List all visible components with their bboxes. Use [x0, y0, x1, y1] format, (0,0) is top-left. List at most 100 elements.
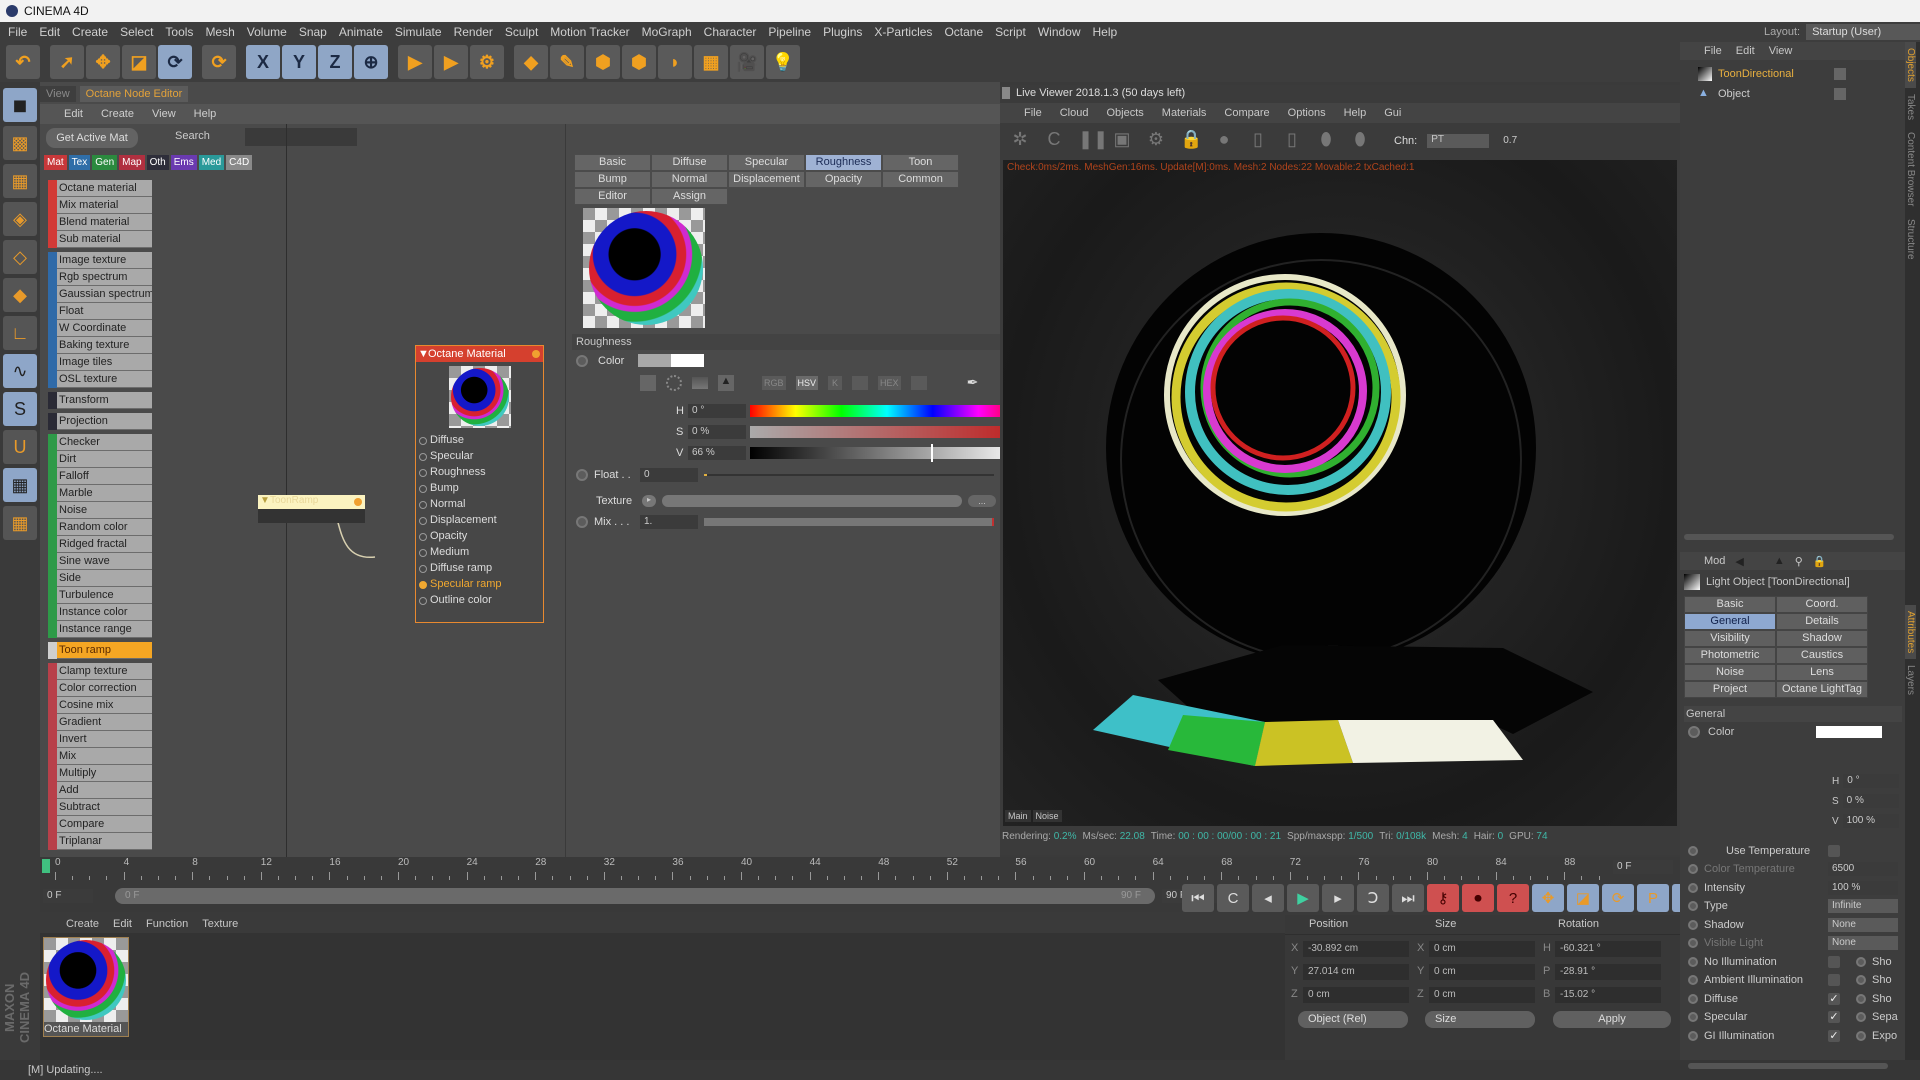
key-rotation-icon[interactable]: ⟳	[1602, 884, 1634, 912]
mm-menu-function[interactable]: Function	[146, 918, 188, 930]
start-render-icon[interactable]: ✲	[1010, 129, 1030, 153]
go-to-start-icon[interactable]: ⏮	[1182, 884, 1214, 912]
viewer-menu-options[interactable]: Options	[1288, 107, 1326, 119]
attr-tab-octane-lighttag[interactable]: Octane LightTag	[1776, 681, 1868, 698]
tweak-icon[interactable]: ∿	[3, 354, 37, 388]
mode-hsv[interactable]: HSV	[795, 375, 819, 390]
size-x-field[interactable]: 0 cm	[1429, 941, 1535, 957]
size-y-field[interactable]: 0 cm	[1429, 964, 1535, 980]
mode-hex[interactable]: HEX	[878, 375, 901, 390]
select-icon[interactable]: ➚	[50, 45, 84, 79]
visibility-toggle[interactable]	[1834, 68, 1846, 80]
workplane-icon[interactable]: ▦	[3, 164, 37, 198]
side-tab-structure[interactable]: Structure	[1905, 213, 1916, 266]
viewer-menu-file[interactable]: File	[1024, 107, 1042, 119]
mix-field[interactable]: 1.	[640, 515, 698, 529]
attr-tab-noise[interactable]: Noise	[1684, 664, 1776, 681]
material-tab-opacity[interactable]: Opacity	[805, 171, 882, 188]
menu-help[interactable]: Help	[1093, 25, 1118, 39]
om-menu-file[interactable]: File	[1704, 45, 1722, 57]
attr-tab-caustics[interactable]: Caustics	[1776, 647, 1868, 664]
side-tab-takes[interactable]: Takes	[1905, 88, 1916, 126]
y-axis-icon[interactable]: Y	[282, 45, 316, 79]
image-icon[interactable]: ▲	[718, 374, 734, 391]
viewer-menu-cloud[interactable]: Cloud	[1060, 107, 1089, 119]
key-param-icon[interactable]: P	[1637, 884, 1669, 912]
object-row[interactable]: ToonDirectional	[1688, 64, 1900, 84]
animate-radio[interactable]	[1688, 845, 1698, 856]
color-picker-icon[interactable]	[640, 374, 656, 391]
frame-display-field[interactable]: 0 F	[1613, 860, 1673, 874]
z-axis-icon[interactable]: Z	[318, 45, 352, 79]
attr-tab-project[interactable]: Project	[1684, 681, 1776, 698]
polygons-mode-icon[interactable]: ◆	[3, 278, 37, 312]
light-icon[interactable]: 💡	[766, 45, 800, 79]
om-menu-view[interactable]: View	[1769, 45, 1793, 57]
mode-mixer-icon[interactable]	[852, 375, 869, 390]
spectrum-icon[interactable]	[692, 376, 708, 389]
menu-simulate[interactable]: Simulate	[395, 25, 442, 39]
viewer-menu-objects[interactable]: Objects	[1106, 107, 1143, 119]
position-z-field[interactable]: 0 cm	[1303, 987, 1409, 1003]
param-checkbox[interactable]	[1828, 974, 1840, 986]
animate-radio[interactable]	[1688, 938, 1698, 948]
range-slider[interactable]: 0 F 90 F	[115, 888, 1155, 904]
animate-radio[interactable]	[1856, 993, 1866, 1004]
mode-rgb[interactable]: RGB	[762, 375, 786, 390]
magnet-icon[interactable]: U	[3, 430, 37, 464]
compare-a-icon[interactable]: ▯	[1248, 129, 1268, 153]
animate-color-radio[interactable]	[576, 354, 588, 367]
play-icon[interactable]: ▶	[1287, 884, 1319, 912]
render-picture-viewer-icon[interactable]: ▶	[434, 45, 468, 79]
animate-radio[interactable]	[1856, 1012, 1866, 1022]
material-tab-assign[interactable]: Assign	[651, 188, 728, 205]
om-menu-edit[interactable]: Edit	[1736, 45, 1755, 57]
animate-radio[interactable]	[1688, 901, 1698, 911]
mm-menu-create[interactable]: Create	[66, 918, 99, 930]
pin-icon[interactable]: ⬮	[1316, 129, 1336, 153]
menu-window[interactable]: Window	[1038, 25, 1081, 39]
saturation-slider[interactable]	[750, 426, 1024, 438]
object-name[interactable]: Object	[1718, 88, 1828, 100]
pause-icon[interactable]: ❚❚	[1078, 129, 1108, 153]
render-settings-icon[interactable]: ⚙	[470, 45, 504, 79]
up-arrow-icon[interactable]: ▲	[1774, 555, 1785, 567]
port-opacity[interactable]: Opacity	[416, 528, 543, 544]
side-tab-layers[interactable]: Layers	[1905, 659, 1916, 701]
animate-radio[interactable]	[1688, 882, 1698, 893]
menu-volume[interactable]: Volume	[247, 25, 287, 39]
render-view-icon[interactable]: ▶	[398, 45, 432, 79]
port-outline-color[interactable]: Outline color	[416, 592, 543, 608]
attr-tab-basic[interactable]: Basic	[1684, 596, 1776, 613]
param-value[interactable]: Infinite	[1828, 899, 1898, 913]
menu-animate[interactable]: Animate	[339, 25, 383, 39]
material-tab-editor[interactable]: Editor	[574, 188, 651, 205]
channel-param-field[interactable]: 0.7	[1499, 134, 1536, 148]
size-z-field[interactable]: 0 cm	[1429, 987, 1535, 1003]
texture-arrow-button[interactable]: ▸	[642, 495, 656, 507]
object-name[interactable]: ToonDirectional	[1718, 68, 1828, 80]
pen-icon[interactable]: ✎	[550, 45, 584, 79]
panel-handle-icon[interactable]	[1002, 87, 1010, 99]
move-icon[interactable]: ✥	[86, 45, 120, 79]
visibility-toggle[interactable]	[1834, 88, 1846, 100]
material-tab-displacement[interactable]: Displacement	[728, 171, 805, 188]
attr-tab-shadow[interactable]: Shadow	[1776, 630, 1868, 647]
menu-select[interactable]: Select	[120, 25, 153, 39]
animate-radio[interactable]	[1688, 975, 1698, 985]
menu-render[interactable]: Render	[454, 25, 493, 39]
port-medium[interactable]: Medium	[416, 544, 543, 560]
render-view[interactable]: Check:0ms/2ms. MeshGen:16ms. Update[M]:0…	[1003, 160, 1677, 826]
port-specular[interactable]: Specular	[416, 448, 543, 464]
noise-button[interactable]: Noise	[1032, 810, 1062, 822]
color-swatch[interactable]	[638, 354, 704, 367]
menu-sculpt[interactable]: Sculpt	[505, 25, 538, 39]
cloner-icon[interactable]: ⬢	[622, 45, 656, 79]
texture-slot[interactable]	[662, 495, 962, 507]
edges-mode-icon[interactable]: ◇	[3, 240, 37, 274]
port-diffuse[interactable]: Diffuse	[416, 432, 543, 448]
x-axis-icon[interactable]: X	[246, 45, 280, 79]
eyedropper-icon[interactable]: ✒	[967, 374, 979, 391]
animate-radio[interactable]	[1856, 975, 1866, 985]
planar-workplane-icon[interactable]: ▦	[3, 506, 37, 540]
